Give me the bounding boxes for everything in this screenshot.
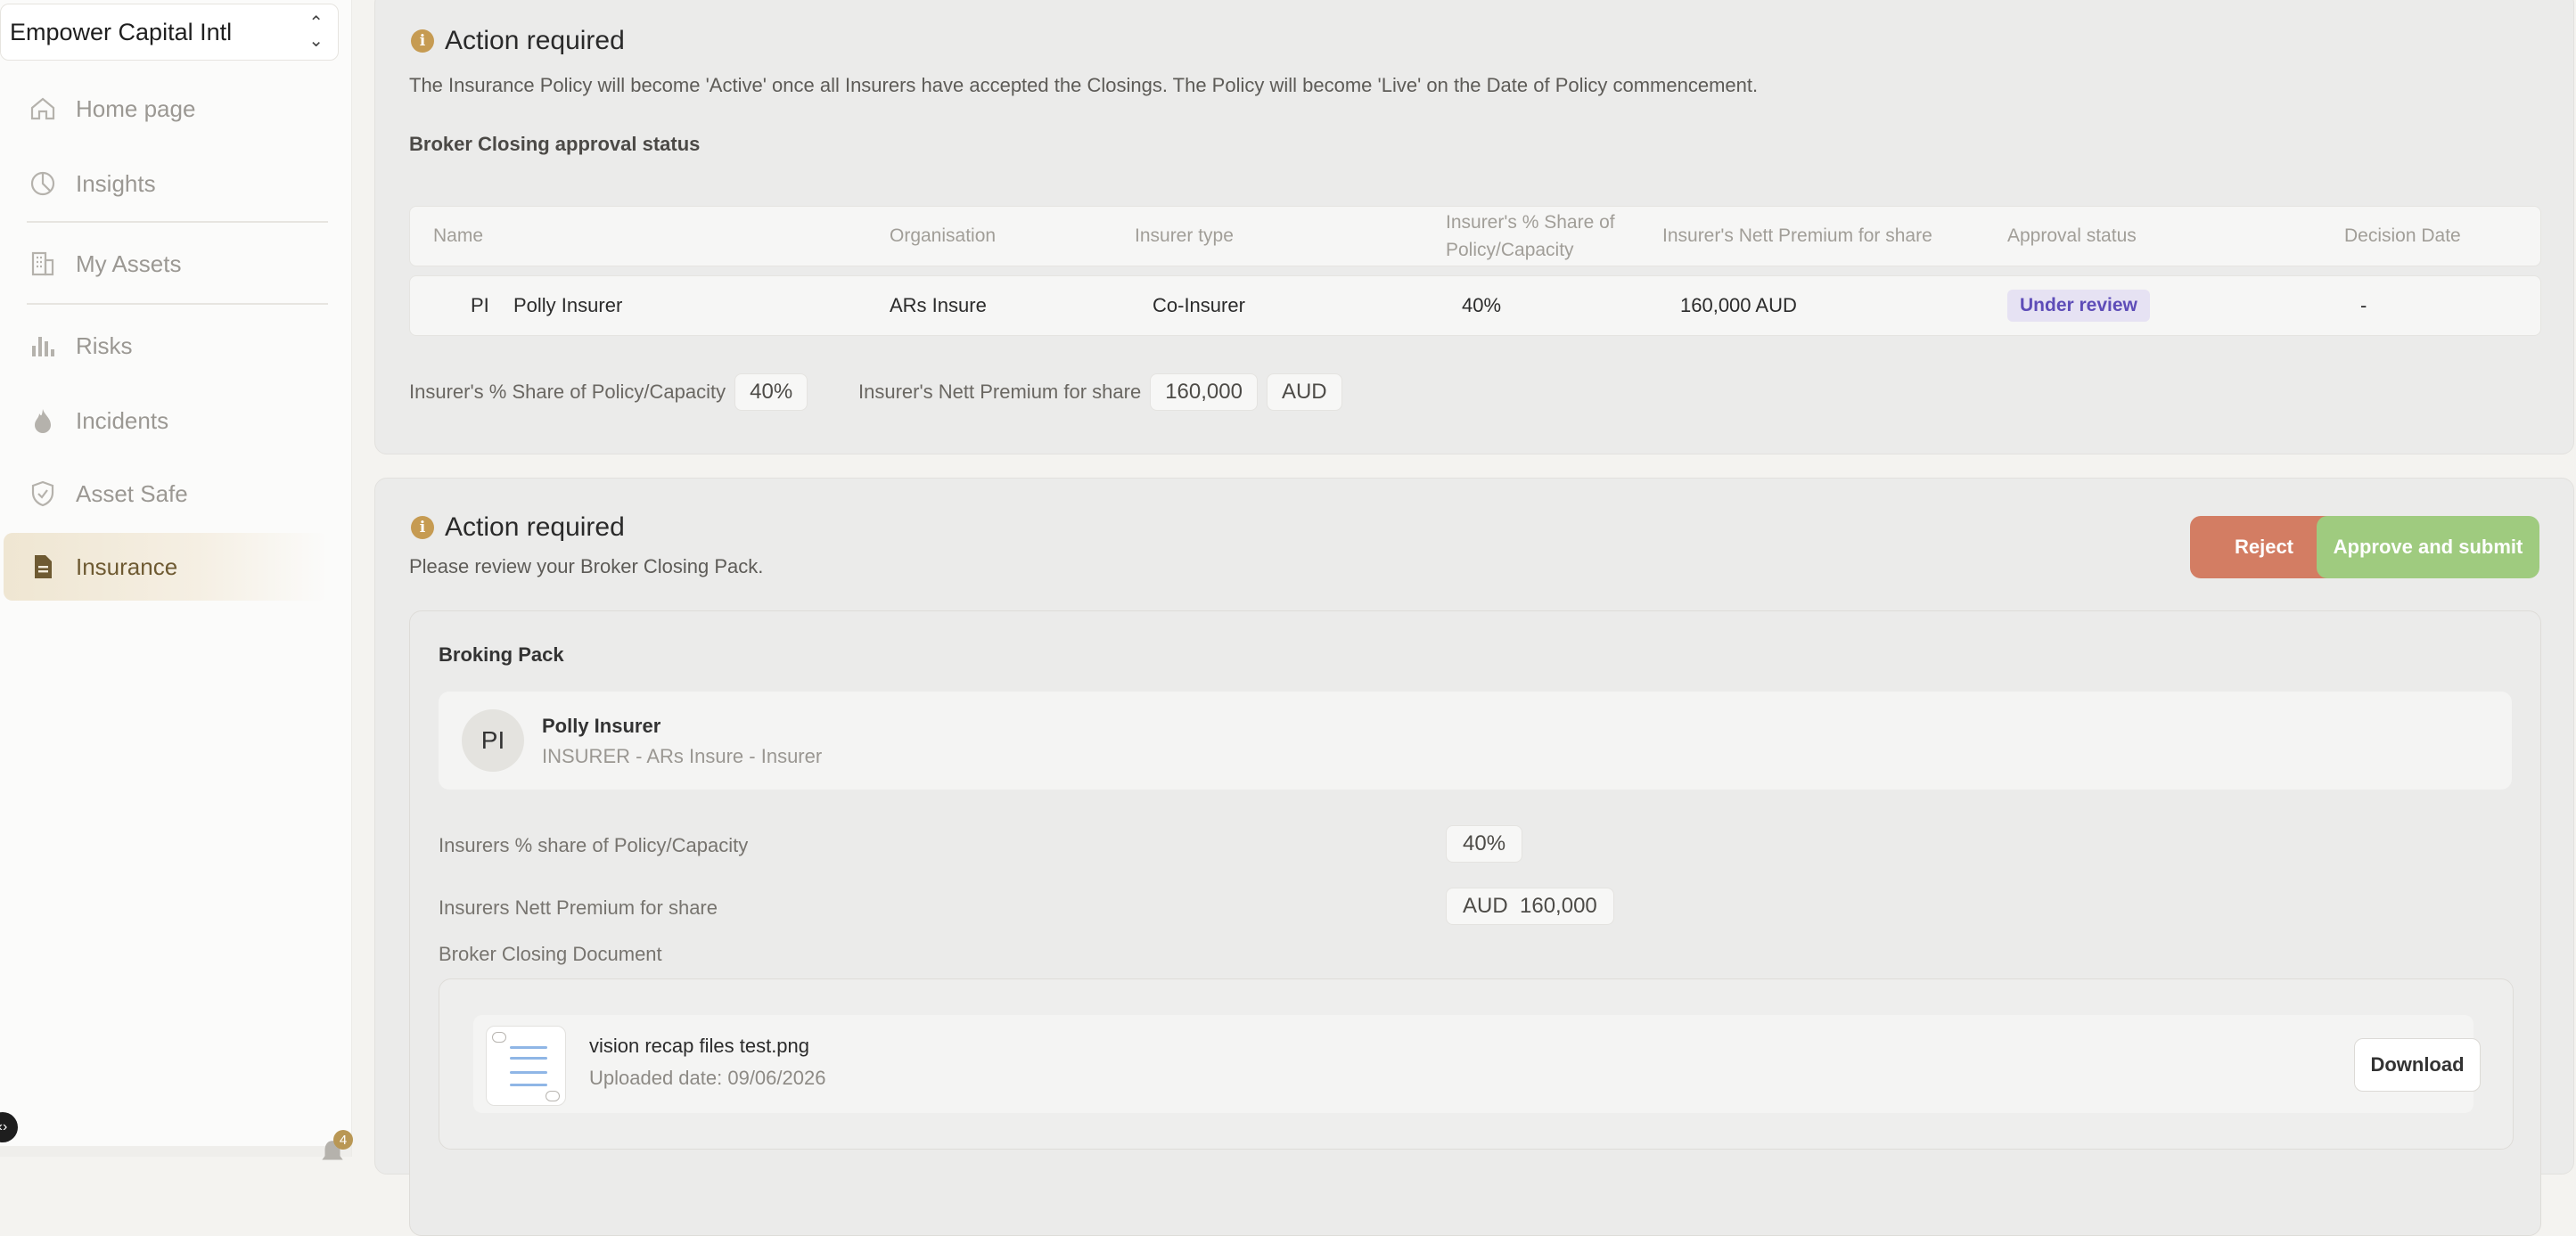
bar-chart-icon — [27, 330, 59, 362]
col-header-approval: Approval status — [2007, 225, 2137, 246]
document-icon — [27, 551, 59, 583]
sidebar: Empower Capital Intl ⌃ ⌄ Home page Insigh… — [0, 0, 353, 1160]
col-header-decision-date: Decision Date — [2344, 225, 2461, 246]
info-icon: i — [411, 29, 434, 53]
col-header-share: Insurer's % Share of Policy/Capacity — [1446, 209, 1615, 264]
sidebar-item-label: Incidents — [76, 406, 169, 434]
approve-and-submit-button[interactable]: Approve and submit — [2317, 516, 2539, 578]
row-organisation: ARs Insure — [890, 294, 987, 316]
sidebar-item-label: Home page — [76, 94, 196, 122]
sidebar-item-insurance[interactable]: Insurance — [4, 533, 328, 601]
action-required-title: Action required — [445, 26, 625, 55]
policy-status-description: The Insurance Policy will become 'Active… — [409, 74, 1759, 96]
premium-currency: AUD — [1266, 373, 1342, 411]
document-panel: vision recap files test.png Uploaded dat… — [439, 978, 2514, 1150]
pack-share-value: 40% — [1446, 825, 1523, 863]
status-badge: Under review — [2007, 290, 2150, 322]
premium-summary: Insurer's Nett Premium for share 160,000… — [858, 373, 1342, 411]
table-header: Name Organisation Insurer type Insurer's… — [409, 206, 2541, 266]
organisation-name: Empower Capital Intl — [10, 18, 233, 45]
notification-count-badge: 4 — [333, 1130, 353, 1150]
insurer-card: PI Polly Insurer INSURER - ARs Insure - … — [439, 692, 2512, 790]
sidebar-item-my-assets[interactable]: My Assets — [4, 230, 328, 298]
sidebar-item-label: Asset Safe — [76, 479, 188, 507]
pack-premium-value: AUD 160,000 — [1446, 888, 1614, 925]
info-icon: i — [411, 516, 434, 539]
home-icon — [27, 93, 59, 125]
row-insurer-type: Co-Insurer — [1153, 294, 1245, 316]
sidebar-footer — [0, 1146, 351, 1157]
document-item: vision recap files test.png Uploaded dat… — [473, 1015, 2481, 1113]
col-header-share-line2: Policy/Capacity — [1446, 240, 1574, 260]
row-initials: PI — [471, 294, 489, 316]
share-value: 40% — [734, 373, 808, 411]
organisation-select[interactable]: Empower Capital Intl ⌃ ⌄ — [0, 4, 339, 61]
shield-icon — [27, 478, 59, 510]
main-content: i Action required The Insurance Policy w… — [374, 0, 2576, 1236]
review-pack-card: i Action required Please review your Bro… — [374, 478, 2574, 1236]
document-upload-date: Uploaded date: 09/06/2026 — [589, 1067, 826, 1089]
sidebar-item-insights[interactable]: Insights — [4, 150, 328, 217]
share-summary: Insurer's % Share of Policy/Capacity 40% — [409, 373, 808, 411]
sidebar-item-asset-safe[interactable]: Asset Safe — [4, 460, 328, 528]
pack-premium-label: Insurers Nett Premium for share — [439, 896, 718, 919]
action-required-title: Action required — [445, 512, 625, 542]
col-header-insurer-type: Insurer type — [1135, 225, 1234, 246]
sidebar-item-label: Risks — [76, 332, 133, 359]
sidebar-item-risks[interactable]: Risks — [4, 312, 328, 380]
file-thumbnail — [486, 1026, 566, 1106]
row-premium: 160,000 AUD — [1680, 294, 1797, 316]
review-description: Please review your Broker Closing Pack. — [409, 555, 764, 577]
broking-pack-title: Broking Pack — [439, 643, 564, 666]
row-decision-date: - — [2360, 294, 2367, 316]
download-button[interactable]: Download — [2354, 1038, 2481, 1092]
sidebar-item-label: My Assets — [76, 250, 182, 277]
insurer-name: Polly Insurer — [542, 715, 661, 737]
premium-value: 160,000 — [1150, 373, 1258, 411]
broker-closing-document-label: Broker Closing Document — [439, 943, 662, 965]
nav-divider — [27, 303, 328, 305]
insurer-role: INSURER - ARs Insure - Insurer — [542, 745, 823, 767]
row-name: Polly Insurer — [513, 294, 623, 316]
row-approval: Under review — [2007, 276, 2150, 335]
action-required-header: i Action required — [411, 26, 625, 56]
avatar: PI — [462, 709, 524, 772]
collapse-toggle-icon[interactable]: ‹› — [0, 1112, 18, 1142]
sidebar-item-incidents[interactable]: Incidents — [4, 387, 328, 454]
col-header-share-line1: Insurer's % Share of — [1446, 212, 1615, 233]
notifications-button[interactable]: 4 — [317, 1130, 353, 1166]
col-header-premium: Insurer's Nett Premium for share — [1662, 225, 1932, 246]
approval-status-subtitle: Broker Closing approval status — [409, 133, 701, 155]
flame-icon — [27, 405, 59, 437]
table-row[interactable]: PI Polly Insurer ARs Insure Co-Insurer 4… — [409, 275, 2541, 336]
premium-label: Insurer's Nett Premium for share — [858, 381, 1142, 403]
chevron-up-down-icon: ⌃ ⌄ — [308, 13, 324, 51]
pack-share-label: Insurers % share of Policy/Capacity — [439, 834, 749, 856]
broking-pack-panel: Broking Pack PI Polly Insurer INSURER - … — [409, 610, 2541, 1236]
nav-divider — [27, 221, 328, 223]
row-share: 40% — [1462, 294, 1502, 316]
sidebar-item-label: Insights — [76, 169, 156, 197]
pie-chart-icon — [27, 168, 59, 200]
sidebar-item-label: Insurance — [76, 553, 178, 580]
building-icon — [27, 248, 59, 280]
action-required-header: i Action required — [411, 512, 625, 543]
sidebar-item-home[interactable]: Home page — [4, 75, 328, 143]
approval-status-card: i Action required The Insurance Policy w… — [374, 0, 2574, 454]
share-label: Insurer's % Share of Policy/Capacity — [409, 381, 726, 403]
document-name: vision recap files test.png — [589, 1035, 810, 1057]
col-header-name: Name — [433, 225, 484, 246]
col-header-organisation: Organisation — [890, 225, 997, 246]
